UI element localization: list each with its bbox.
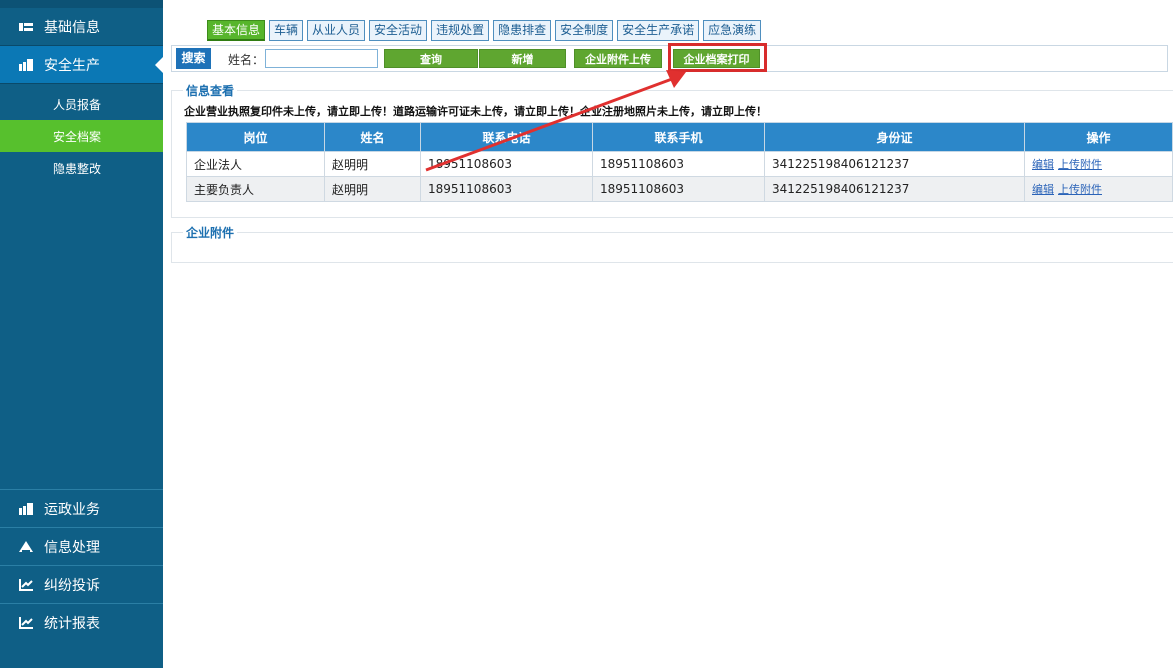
tab-emergency-drill[interactable]: 应急演练 <box>703 20 762 41</box>
sidebar-item-safety-production[interactable]: 安全生产 <box>0 46 163 84</box>
tab-safety-commitment[interactable]: 安全生产承诺 <box>617 20 700 41</box>
triangle-icon <box>18 540 34 554</box>
name-search-input[interactable] <box>265 49 378 68</box>
chart-icon <box>18 616 34 630</box>
cell-name: 赵明明 <box>324 151 421 177</box>
search-toolbar: 搜索 姓名： 查询 新增 企业附件上传 企业档案打印 <box>171 45 1168 72</box>
grid-icon <box>18 58 34 72</box>
sidebar-item-transport-business[interactable]: 运政业务 <box>0 489 163 527</box>
tab-safety-activities[interactable]: 安全活动 <box>369 20 428 41</box>
sidebar-sub-item-staff-report[interactable]: 人员报备 <box>0 88 163 120</box>
column-header-id-card: 身份证 <box>764 122 1025 152</box>
cell-mobile: 18951108603 <box>592 151 765 177</box>
sidebar: 基础信息 安全生产 人员报备 安全档案 隐患整改 运政业务 信息处理 纠纷投诉 … <box>0 0 163 668</box>
query-button[interactable]: 查询 <box>384 49 478 68</box>
sidebar-top-strip <box>0 0 163 8</box>
personnel-table: 岗位 姓名 联系电话 联系手机 身份证 操作 企业法人 赵明明 18951108… <box>186 122 1173 202</box>
print-archive-button[interactable]: 企业档案打印 <box>673 49 760 68</box>
edit-link[interactable]: 编辑 <box>1032 158 1054 171</box>
cell-name: 赵明明 <box>324 176 421 202</box>
sidebar-item-label: 信息处理 <box>44 539 100 556</box>
tab-safety-rules[interactable]: 安全制度 <box>555 20 614 41</box>
cell-post: 主要负责人 <box>186 176 325 202</box>
cell-actions: 编辑 上传附件 <box>1024 176 1173 202</box>
table-header-row: 岗位 姓名 联系电话 联系手机 身份证 操作 <box>186 122 1173 152</box>
sidebar-item-basic-info[interactable]: 基础信息 <box>0 8 163 46</box>
cell-phone: 18951108603 <box>420 151 593 177</box>
column-header-actions: 操作 <box>1024 122 1173 152</box>
grid-icon <box>18 502 34 516</box>
tab-practitioners[interactable]: 从业人员 <box>307 20 366 41</box>
info-view-legend: 信息查看 <box>183 82 238 99</box>
cell-id-card: 341225198406121237 <box>764 176 1025 202</box>
sidebar-item-label: 安全生产 <box>44 57 100 74</box>
add-button[interactable]: 新增 <box>479 49 566 68</box>
tab-bar: 基本信息 车辆 从业人员 安全活动 违规处置 隐患排查 安全制度 安全生产承诺 … <box>207 20 762 41</box>
upload-attachment-link[interactable]: 上传附件 <box>1058 158 1102 171</box>
cell-phone: 18951108603 <box>420 176 593 202</box>
cell-actions: 编辑 上传附件 <box>1024 151 1173 177</box>
search-tag: 搜索 <box>176 48 211 69</box>
upload-attachment-button[interactable]: 企业附件上传 <box>574 49 662 68</box>
column-header-phone: 联系电话 <box>420 122 593 152</box>
app-root: 基础信息 安全生产 人员报备 安全档案 隐患整改 运政业务 信息处理 纠纷投诉 … <box>0 0 1173 668</box>
tab-vehicles[interactable]: 车辆 <box>269 20 304 41</box>
sidebar-item-label: 统计报表 <box>44 615 100 632</box>
sidebar-item-label: 纠纷投诉 <box>44 577 100 594</box>
sidebar-item-statistics-report[interactable]: 统计报表 <box>0 603 163 641</box>
table-row: 企业法人 赵明明 18951108603 18951108603 3412251… <box>186 151 1173 177</box>
card-icon <box>18 20 34 34</box>
name-label: 姓名： <box>228 53 265 67</box>
sidebar-item-label: 运政业务 <box>44 501 100 518</box>
attachments-legend: 企业附件 <box>183 224 238 241</box>
edit-link[interactable]: 编辑 <box>1032 183 1054 196</box>
attachments-section <box>171 232 1173 263</box>
sidebar-sub-item-safety-archive[interactable]: 安全档案 <box>0 120 163 152</box>
tab-hazard-inspection[interactable]: 隐患排查 <box>493 20 552 41</box>
column-header-name: 姓名 <box>324 122 421 152</box>
tab-basic-info[interactable]: 基本信息 <box>207 20 266 41</box>
cell-mobile: 18951108603 <box>592 176 765 202</box>
sidebar-item-dispute-complaint[interactable]: 纠纷投诉 <box>0 565 163 603</box>
chart-icon <box>18 578 34 592</box>
sidebar-sub-item-hazard-rectify[interactable]: 隐患整改 <box>0 152 163 184</box>
cell-post: 企业法人 <box>186 151 325 177</box>
sidebar-sub-list: 人员报备 安全档案 隐患整改 <box>0 84 163 184</box>
column-header-mobile: 联系手机 <box>592 122 765 152</box>
column-header-post: 岗位 <box>186 122 325 152</box>
missing-documents-warning: 企业营业执照复印件未上传，请立即上传！道路运输许可证未上传，请立即上传！企业注册… <box>184 105 767 118</box>
sidebar-item-label: 基础信息 <box>44 19 100 36</box>
tab-violation-handling[interactable]: 违规处置 <box>431 20 490 41</box>
upload-attachment-link[interactable]: 上传附件 <box>1058 183 1102 196</box>
sidebar-item-info-processing[interactable]: 信息处理 <box>0 527 163 565</box>
table-row: 主要负责人 赵明明 18951108603 18951108603 341225… <box>186 176 1173 202</box>
cell-id-card: 341225198406121237 <box>764 151 1025 177</box>
